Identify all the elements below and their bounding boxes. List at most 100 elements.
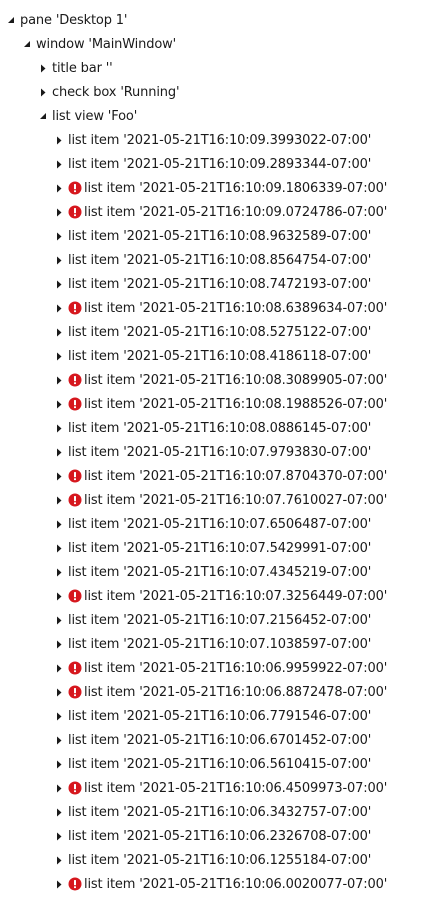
- tree-node-list-item[interactable]: list item '2021-05-21T16:10:06.1255184-0…: [0, 848, 427, 872]
- collapsed-arrow-icon[interactable]: [52, 656, 66, 680]
- tree-node-list-item[interactable]: list item '2021-05-21T16:10:06.7791546-0…: [0, 704, 427, 728]
- tree-node-label: list item '2021-05-21T16:10:08.7472193-0…: [68, 276, 372, 292]
- collapsed-arrow-icon[interactable]: [52, 608, 66, 632]
- tree-node-list-item[interactable]: list item '2021-05-21T16:10:06.8872478-0…: [0, 680, 427, 704]
- tree-node-list-item[interactable]: list item '2021-05-21T16:10:08.5275122-0…: [0, 320, 427, 344]
- tree-node-list-item[interactable]: list item '2021-05-21T16:10:09.0724786-0…: [0, 200, 427, 224]
- collapsed-arrow-icon[interactable]: [52, 464, 66, 488]
- tree-node-list-item[interactable]: list item '2021-05-21T16:10:07.8704370-0…: [0, 464, 427, 488]
- tree-node-list-item[interactable]: list item '2021-05-21T16:10:07.9793830-0…: [0, 440, 427, 464]
- collapsed-arrow-icon[interactable]: [52, 176, 66, 200]
- collapsed-arrow-icon[interactable]: [52, 824, 66, 848]
- collapsed-arrow-icon[interactable]: [52, 200, 66, 224]
- error-icon: [68, 205, 82, 219]
- tree-node-label: pane 'Desktop 1': [20, 12, 128, 28]
- collapsed-arrow-icon[interactable]: [52, 320, 66, 344]
- tree-node-list-item[interactable]: list item '2021-05-21T16:10:07.7610027-0…: [0, 488, 427, 512]
- tree-node-list-item[interactable]: list item '2021-05-21T16:10:06.0020077-0…: [0, 872, 427, 896]
- tree-node-label: list item '2021-05-21T16:10:06.1255184-0…: [68, 852, 372, 868]
- collapsed-arrow-icon[interactable]: [52, 728, 66, 752]
- collapsed-arrow-icon[interactable]: [52, 296, 66, 320]
- tree-node-list-view[interactable]: list view 'Foo': [0, 104, 427, 128]
- tree-node-list-item[interactable]: list item '2021-05-21T16:10:08.9632589-0…: [0, 224, 427, 248]
- error-icon: [68, 397, 82, 411]
- collapsed-arrow-icon[interactable]: [36, 56, 50, 80]
- collapsed-arrow-icon[interactable]: [52, 272, 66, 296]
- collapsed-arrow-icon[interactable]: [52, 392, 66, 416]
- list-items-container: list item '2021-05-21T16:10:09.3993022-0…: [0, 128, 427, 896]
- collapsed-arrow-icon[interactable]: [52, 512, 66, 536]
- expanded-arrow-icon[interactable]: [20, 32, 34, 56]
- collapsed-arrow-icon[interactable]: [52, 584, 66, 608]
- tree-node-list-item[interactable]: list item '2021-05-21T16:10:09.3993022-0…: [0, 128, 427, 152]
- tree-node-label: list item '2021-05-21T16:10:06.3432757-0…: [68, 804, 372, 820]
- collapsed-arrow-icon[interactable]: [52, 368, 66, 392]
- tree-node-label: list item '2021-05-21T16:10:06.6701452-0…: [68, 732, 372, 748]
- tree-node-list-item[interactable]: list item '2021-05-21T16:10:06.2326708-0…: [0, 824, 427, 848]
- tree-node-label: list item '2021-05-21T16:10:06.7791546-0…: [68, 708, 372, 724]
- tree-node-label: list item '2021-05-21T16:10:08.6389634-0…: [84, 300, 388, 316]
- tree-node-list-item[interactable]: list item '2021-05-21T16:10:06.5610415-0…: [0, 752, 427, 776]
- tree-node-list-item[interactable]: list item '2021-05-21T16:10:07.6506487-0…: [0, 512, 427, 536]
- collapsed-arrow-icon[interactable]: [52, 560, 66, 584]
- tree-node-list-item[interactable]: list item '2021-05-21T16:10:08.3089905-0…: [0, 368, 427, 392]
- error-icon: [68, 373, 82, 387]
- tree-node-list-item[interactable]: list item '2021-05-21T16:10:08.1988526-0…: [0, 392, 427, 416]
- tree-node-label: list item '2021-05-21T16:10:07.4345219-0…: [68, 564, 372, 580]
- error-icon: [68, 877, 82, 891]
- tree-node-list-item[interactable]: list item '2021-05-21T16:10:06.4509973-0…: [0, 776, 427, 800]
- collapsed-arrow-icon[interactable]: [52, 704, 66, 728]
- tree-node-label: list item '2021-05-21T16:10:08.5275122-0…: [68, 324, 372, 340]
- collapsed-arrow-icon[interactable]: [52, 416, 66, 440]
- tree-node-title-bar[interactable]: title bar '': [0, 56, 427, 80]
- collapsed-arrow-icon[interactable]: [52, 872, 66, 896]
- collapsed-arrow-icon[interactable]: [52, 632, 66, 656]
- expanded-arrow-icon[interactable]: [4, 8, 18, 32]
- tree-node-label: list item '2021-05-21T16:10:09.2893344-0…: [68, 156, 372, 172]
- tree-node-list-item[interactable]: list item '2021-05-21T16:10:07.1038597-0…: [0, 632, 427, 656]
- tree-node-label: list item '2021-05-21T16:10:07.1038597-0…: [68, 636, 372, 652]
- collapsed-arrow-icon[interactable]: [52, 536, 66, 560]
- tree-node-label: list item '2021-05-21T16:10:06.2326708-0…: [68, 828, 372, 844]
- tree-node-list-item[interactable]: list item '2021-05-21T16:10:09.2893344-0…: [0, 152, 427, 176]
- tree-node-list-item[interactable]: list item '2021-05-21T16:10:07.4345219-0…: [0, 560, 427, 584]
- collapsed-arrow-icon[interactable]: [36, 80, 50, 104]
- tree-node-list-item[interactable]: list item '2021-05-21T16:10:06.3432757-0…: [0, 800, 427, 824]
- tree-node-list-item[interactable]: list item '2021-05-21T16:10:06.6701452-0…: [0, 728, 427, 752]
- tree-node-label: list item '2021-05-21T16:10:08.8564754-0…: [68, 252, 372, 268]
- collapsed-arrow-icon[interactable]: [52, 752, 66, 776]
- tree-node-label: list item '2021-05-21T16:10:07.8704370-0…: [84, 468, 388, 484]
- collapsed-arrow-icon[interactable]: [52, 848, 66, 872]
- tree-node-label: list item '2021-05-21T16:10:07.7610027-0…: [84, 492, 388, 508]
- collapsed-arrow-icon[interactable]: [52, 248, 66, 272]
- tree-view: pane 'Desktop 1' window 'MainWindow' tit…: [0, 0, 427, 896]
- tree-node-list-item[interactable]: list item '2021-05-21T16:10:07.2156452-0…: [0, 608, 427, 632]
- collapsed-arrow-icon[interactable]: [52, 344, 66, 368]
- tree-node-list-item[interactable]: list item '2021-05-21T16:10:08.6389634-0…: [0, 296, 427, 320]
- expanded-arrow-icon[interactable]: [36, 104, 50, 128]
- collapsed-arrow-icon[interactable]: [52, 440, 66, 464]
- error-icon: [68, 661, 82, 675]
- tree-node-pane[interactable]: pane 'Desktop 1': [0, 8, 427, 32]
- collapsed-arrow-icon[interactable]: [52, 224, 66, 248]
- collapsed-arrow-icon[interactable]: [52, 680, 66, 704]
- tree-node-window[interactable]: window 'MainWindow': [0, 32, 427, 56]
- error-icon: [68, 181, 82, 195]
- tree-node-check-box[interactable]: check box 'Running': [0, 80, 427, 104]
- tree-node-list-item[interactable]: list item '2021-05-21T16:10:08.4186118-0…: [0, 344, 427, 368]
- collapsed-arrow-icon[interactable]: [52, 128, 66, 152]
- tree-node-list-item[interactable]: list item '2021-05-21T16:10:06.9959922-0…: [0, 656, 427, 680]
- tree-node-list-item[interactable]: list item '2021-05-21T16:10:09.1806339-0…: [0, 176, 427, 200]
- tree-node-list-item[interactable]: list item '2021-05-21T16:10:08.7472193-0…: [0, 272, 427, 296]
- tree-node-label: list item '2021-05-21T16:10:08.3089905-0…: [84, 372, 388, 388]
- tree-node-list-item[interactable]: list item '2021-05-21T16:10:08.8564754-0…: [0, 248, 427, 272]
- tree-node-label: list item '2021-05-21T16:10:06.8872478-0…: [84, 684, 388, 700]
- collapsed-arrow-icon[interactable]: [52, 488, 66, 512]
- tree-node-label: list item '2021-05-21T16:10:07.3256449-0…: [84, 588, 388, 604]
- collapsed-arrow-icon[interactable]: [52, 152, 66, 176]
- collapsed-arrow-icon[interactable]: [52, 776, 66, 800]
- tree-node-list-item[interactable]: list item '2021-05-21T16:10:07.5429991-0…: [0, 536, 427, 560]
- tree-node-list-item[interactable]: list item '2021-05-21T16:10:08.0886145-0…: [0, 416, 427, 440]
- collapsed-arrow-icon[interactable]: [52, 800, 66, 824]
- tree-node-list-item[interactable]: list item '2021-05-21T16:10:07.3256449-0…: [0, 584, 427, 608]
